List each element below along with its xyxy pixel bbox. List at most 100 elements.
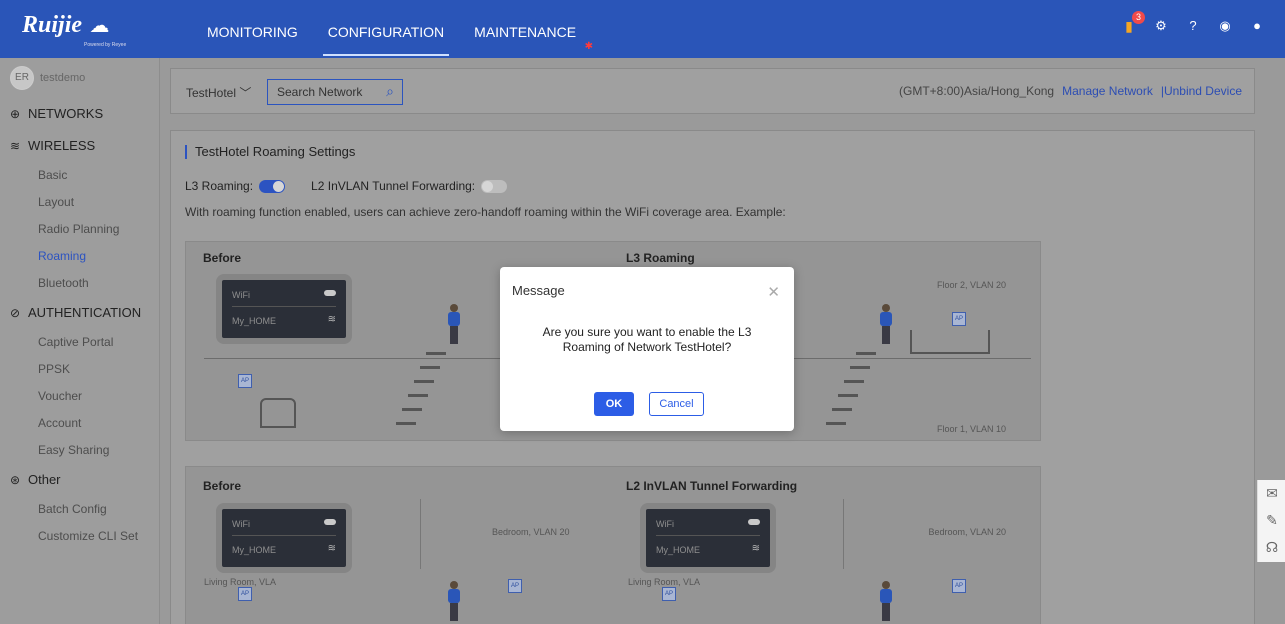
l3-roaming-toggle[interactable] (259, 179, 286, 193)
sidebar-item-batch-config[interactable]: Batch Config (0, 496, 159, 523)
chevron-down-icon: ﹀ (239, 86, 252, 100)
l3-roaming-label: L3 Roaming: (185, 179, 254, 193)
divider (232, 306, 336, 307)
sidebar-item-customize-cli[interactable]: Customize CLI Set (0, 523, 159, 550)
help-icon[interactable]: ? (1185, 18, 1201, 34)
feedback-icon[interactable]: ✎ (1258, 507, 1285, 534)
user-info[interactable]: ER testdemo (0, 58, 159, 98)
bedroom-label: Bedroom, VLAN 20 (492, 527, 570, 537)
close-icon[interactable]: ✕ (767, 283, 780, 301)
ruijie-logo[interactable]: Ruijie ☁ Powered by Reyee (22, 12, 162, 48)
living-room-label: Living Room, VLA (628, 577, 701, 587)
armchair-icon (260, 398, 296, 428)
living-room-label: Living Room, VLA (204, 577, 277, 587)
wifi-toggle-icon (324, 519, 336, 525)
unbind-device-link[interactable]: |Unbind Device (1161, 84, 1242, 98)
sidebar-item-layout[interactable]: Layout (0, 189, 159, 216)
sidebar-item-radio-planning[interactable]: Radio Planning (0, 216, 159, 243)
wifi-signal-icon: ≋ (327, 543, 336, 554)
dialog-message: Are you sure you want to enable the L3 R… (542, 325, 752, 354)
ap-icon: AP (952, 579, 966, 593)
roaming-toggles: L3 Roaming: L2 InVLAN Tunnel Forwarding: (185, 179, 533, 193)
notification-badge: 3 (1132, 11, 1145, 24)
l2-illustration: Before L2 InVLAN Tunnel Forwarding WiFi … (185, 466, 1041, 624)
nav-monitoring[interactable]: MONITORING (192, 0, 313, 58)
top-nav: MONITORING CONFIGURATION MAINTENANCE ✱ (192, 0, 598, 58)
user-icon[interactable]: ● (1249, 18, 1265, 34)
nav-maintenance-label: MAINTENANCE (474, 24, 577, 40)
sidebar-group-label: NETWORKS (28, 106, 104, 121)
sidebar-item-bluetooth[interactable]: Bluetooth (0, 270, 159, 297)
wifi-label: WiFi (232, 290, 250, 300)
sidebar-item-easy-sharing[interactable]: Easy Sharing (0, 437, 159, 464)
sidebar-group-networks[interactable]: ⊕ NETWORKS (0, 98, 159, 130)
l2-tunnel-toggle[interactable] (481, 179, 508, 193)
stairs-icon (806, 352, 876, 452)
sidebar-item-roaming[interactable]: Roaming (0, 243, 159, 270)
ssid-label: My_HOME (656, 545, 701, 555)
before-label: Before (203, 479, 242, 493)
sidebar-group-label: AUTHENTICATION (28, 305, 142, 320)
username: testdemo (40, 72, 86, 84)
nav-configuration[interactable]: CONFIGURATION (313, 0, 459, 58)
globe-icon[interactable]: ◉ (1217, 18, 1233, 34)
toggle-knob (482, 180, 494, 192)
person-icon (876, 581, 896, 621)
notification-icon[interactable]: ▮ 3 (1121, 11, 1145, 34)
sidebar-group-wireless[interactable]: ≋ WIRELESS (0, 130, 159, 162)
top-bar: Ruijie ☁ Powered by Reyee MONITORING CON… (0, 0, 1285, 58)
sidebar-item-basic[interactable]: Basic (0, 162, 159, 189)
globe-icon: ⊕ (10, 107, 21, 121)
floating-toolbar: ✉ ✎ ☊ (1257, 480, 1285, 562)
timezone: (GMT+8:00)Asia/Hong_Kong (899, 84, 1055, 98)
stairs-icon (376, 352, 446, 452)
section-title: TestHotel Roaming Settings (185, 145, 355, 159)
other-icon: ⊛ (10, 473, 21, 487)
ap-icon: AP (508, 579, 522, 593)
cloud-icon: ☁ (89, 15, 110, 37)
ap-icon: AP (238, 587, 252, 601)
network-select[interactable]: TestHotel ﹀ (186, 84, 251, 101)
brand-name: Ruijie (22, 12, 83, 38)
wifi-label: WiFi (656, 519, 674, 529)
person-icon (444, 581, 464, 621)
search-input[interactable]: Search Network ⌕ (267, 79, 403, 105)
wifi-signal-icon: ≋ (751, 543, 760, 554)
ap-icon: AP (662, 587, 676, 601)
sidebar-item-captive-portal[interactable]: Captive Portal (0, 329, 159, 356)
l2-tunnel-label: L2 InVLAN Tunnel Forwarding (626, 479, 798, 493)
ssid-label: My_HOME (232, 545, 277, 555)
support-headset-icon[interactable]: ☊ (1258, 534, 1285, 561)
floor1-label: Floor 1, VLAN 10 (936, 424, 1006, 434)
sidebar-item-voucher[interactable]: Voucher (0, 383, 159, 410)
l3-roaming-label: L3 Roaming (626, 251, 695, 265)
ok-button[interactable]: OK (594, 392, 634, 416)
divider (656, 535, 760, 536)
toggle-knob (273, 180, 285, 192)
sidebar-group-authentication[interactable]: ⊘ AUTHENTICATION (0, 297, 159, 329)
mail-icon[interactable]: ✉ (1258, 480, 1285, 507)
top-icons: ▮ 3 ⚙ ? ◉ ● (1121, 11, 1265, 34)
cancel-button[interactable]: Cancel (649, 392, 704, 416)
l2-tunnel-label: L2 InVLAN Tunnel Forwarding: (311, 179, 476, 193)
sidebar-group-other[interactable]: ⊛ Other (0, 464, 159, 496)
dialog-title: Message (512, 283, 565, 298)
wifi-card: WiFi My_HOME ≋ (216, 503, 352, 573)
wifi-toggle-icon (748, 519, 760, 525)
person-icon (876, 304, 896, 344)
sidebar-item-ppsk[interactable]: PPSK (0, 356, 159, 383)
wifi-label: WiFi (232, 519, 250, 529)
confirm-dialog: Message ✕ Are you sure you want to enabl… (500, 267, 794, 431)
settings-icon[interactable]: ⚙ (1153, 18, 1169, 34)
sidebar-group-label: WIRELESS (28, 138, 96, 153)
wifi-icon: ≋ (10, 139, 21, 153)
search-placeholder: Search Network (277, 85, 363, 99)
avatar: ER (10, 66, 34, 90)
nav-maintenance[interactable]: MAINTENANCE ✱ (459, 0, 598, 58)
bedroom-label: Bedroom, VLAN 20 (928, 527, 1006, 537)
sidebar-item-account[interactable]: Account (0, 410, 159, 437)
search-icon[interactable]: ⌕ (386, 83, 394, 100)
manage-network-link[interactable]: Manage Network (1062, 84, 1153, 98)
divider (232, 535, 336, 536)
ssid-label: My_HOME (232, 316, 277, 326)
